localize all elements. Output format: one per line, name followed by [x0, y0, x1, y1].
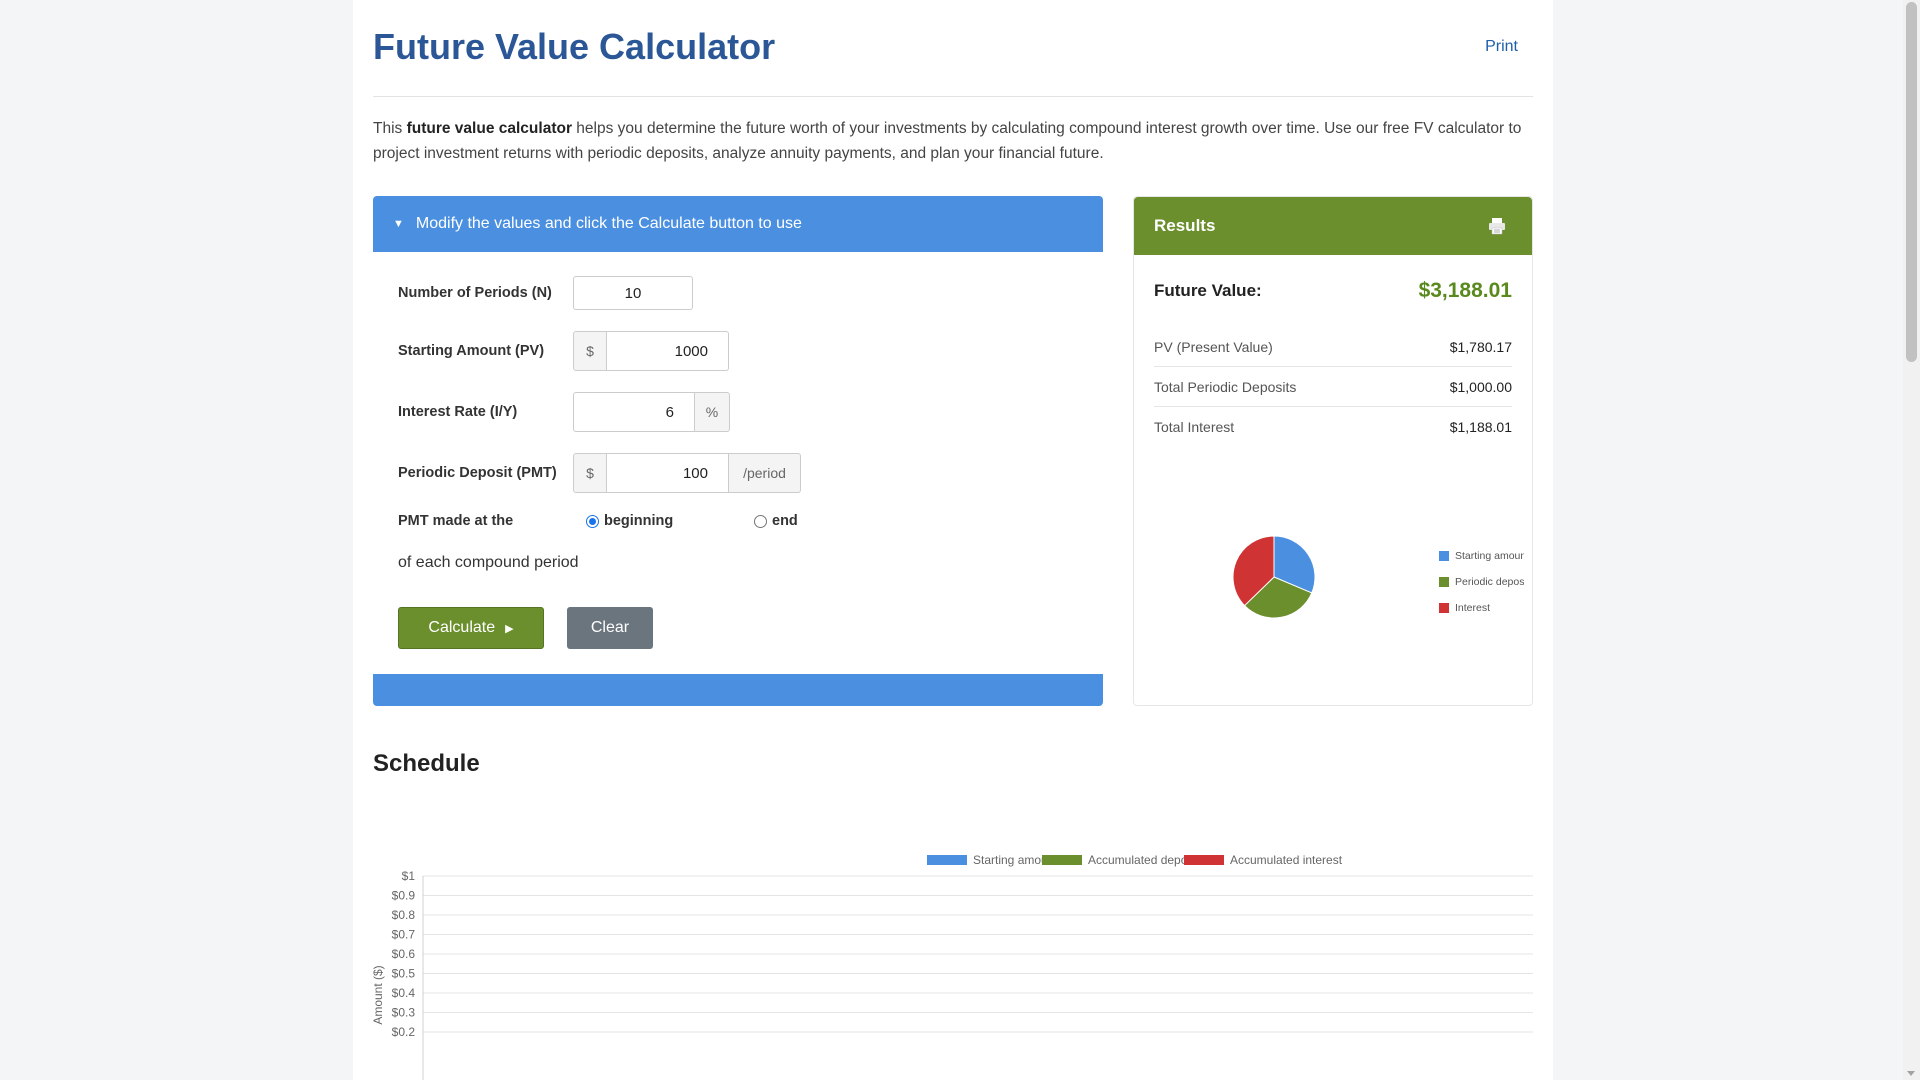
page: Future Value Calculator Print This futur…	[353, 0, 1553, 1080]
future-value-amount: $3,188.01	[1418, 279, 1512, 302]
rate-input[interactable]	[573, 392, 695, 432]
timing-row: PMT made at the beginning end	[398, 513, 798, 529]
y-tick-label: $0.3	[392, 1006, 416, 1020]
legend-swatch	[1439, 577, 1449, 587]
print-link[interactable]: Print	[1485, 38, 1518, 56]
periods-row: Number of Periods (N)	[398, 276, 693, 310]
y-tick-label: $0.6	[392, 947, 416, 961]
pie-svg	[1232, 535, 1316, 619]
y-axis-label: Amount ($)	[373, 965, 385, 1024]
y-tick-label: $0.4	[392, 986, 416, 1000]
dollar-prefix: $	[573, 453, 607, 493]
y-tick-label: $0.5	[392, 967, 416, 981]
start-row: Starting Amount (PV) $	[398, 331, 729, 371]
clear-button[interactable]: Clear	[567, 607, 653, 649]
pmt-row: Periodic Deposit (PMT) $ /period	[398, 453, 801, 493]
results-panel: Results Future Value: $3,188.01 PV (Pres…	[1133, 196, 1533, 706]
future-value-row: Future Value: $3,188.01	[1154, 279, 1512, 303]
pie-chart: Starting amount Periodic deposits Intere…	[1224, 527, 1524, 647]
legend-swatch	[927, 855, 967, 865]
intro-bold: future value calculator	[406, 120, 572, 137]
divider	[373, 96, 1533, 97]
page-title: Future Value Calculator	[373, 26, 776, 67]
pie-legend-deposits: Periodic deposits	[1439, 576, 1524, 588]
pmt-label: Periodic Deposit (PMT)	[398, 465, 557, 481]
scroll-down-icon[interactable]	[1907, 1071, 1915, 1076]
calculator-form: ▼ Modify the values and click the Calcul…	[373, 196, 1103, 706]
printer-icon[interactable]	[1488, 217, 1506, 235]
y-tick-label: $0.9	[392, 889, 416, 903]
periods-label: Number of Periods (N)	[398, 285, 552, 301]
results-title: Results	[1154, 216, 1216, 235]
legend-swatch	[1184, 855, 1224, 865]
percent-suffix: %	[695, 392, 730, 432]
y-tick-label: $0.2	[392, 1025, 416, 1039]
schedule-chart: Starting amount Accumulated deposits Accum…	[373, 853, 1533, 1080]
start-input[interactable]	[607, 331, 729, 371]
y-tick-label: $0.7	[392, 928, 416, 942]
legend-label: Accumulated interest	[1230, 853, 1343, 867]
future-value-label: Future Value:	[1154, 281, 1262, 300]
results-header: Results	[1134, 197, 1532, 255]
legend-swatch	[1439, 603, 1449, 613]
radio-beginning[interactable]	[586, 514, 599, 528]
pmt-input[interactable]	[607, 453, 729, 493]
intro-text: This future value calculator helps you d…	[373, 120, 1522, 162]
result-line: PV (Present Value) $1,780.17	[1154, 327, 1512, 367]
form-footer	[373, 674, 1103, 706]
scrollbar[interactable]	[1903, 0, 1920, 1080]
schedule-title: Schedule	[373, 750, 480, 777]
radio-end[interactable]	[754, 514, 767, 528]
scrollbar-thumb[interactable]	[1906, 2, 1917, 362]
dollar-prefix: $	[573, 331, 607, 371]
play-icon: ▶	[505, 622, 514, 635]
pie-legend-starting: Starting amount	[1439, 550, 1524, 562]
start-label: Starting Amount (PV)	[398, 343, 545, 359]
result-line: Total Periodic Deposits $1,000.00	[1154, 367, 1512, 407]
per-period-suffix: /period	[729, 453, 801, 493]
triangle-down-icon: ▼	[393, 218, 404, 230]
y-tick-label: $1	[402, 869, 416, 883]
periods-input[interactable]	[573, 276, 693, 310]
legend-swatch	[1439, 551, 1449, 561]
result-line: Total Interest $1,188.01	[1154, 419, 1512, 435]
rate-label: Interest Rate (I/Y)	[398, 404, 518, 420]
y-tick-label: $0.8	[392, 908, 416, 922]
calculate-button[interactable]: Calculate ▶	[398, 607, 544, 649]
rate-row: Interest Rate (I/Y) %	[398, 392, 730, 432]
legend-swatch	[1042, 855, 1082, 865]
form-toggle-label: Modify the values and click the Calculat…	[415, 215, 802, 232]
radio-end-label[interactable]: end	[772, 513, 798, 529]
form-toggle[interactable]: ▼ Modify the values and click the Calcul…	[373, 196, 1103, 252]
each-period-text: of each compound period	[398, 554, 579, 571]
radio-beginning-label[interactable]: beginning	[604, 513, 754, 529]
pie-legend-interest: Interest	[1439, 602, 1524, 614]
timing-label: PMT made at the	[398, 513, 514, 529]
